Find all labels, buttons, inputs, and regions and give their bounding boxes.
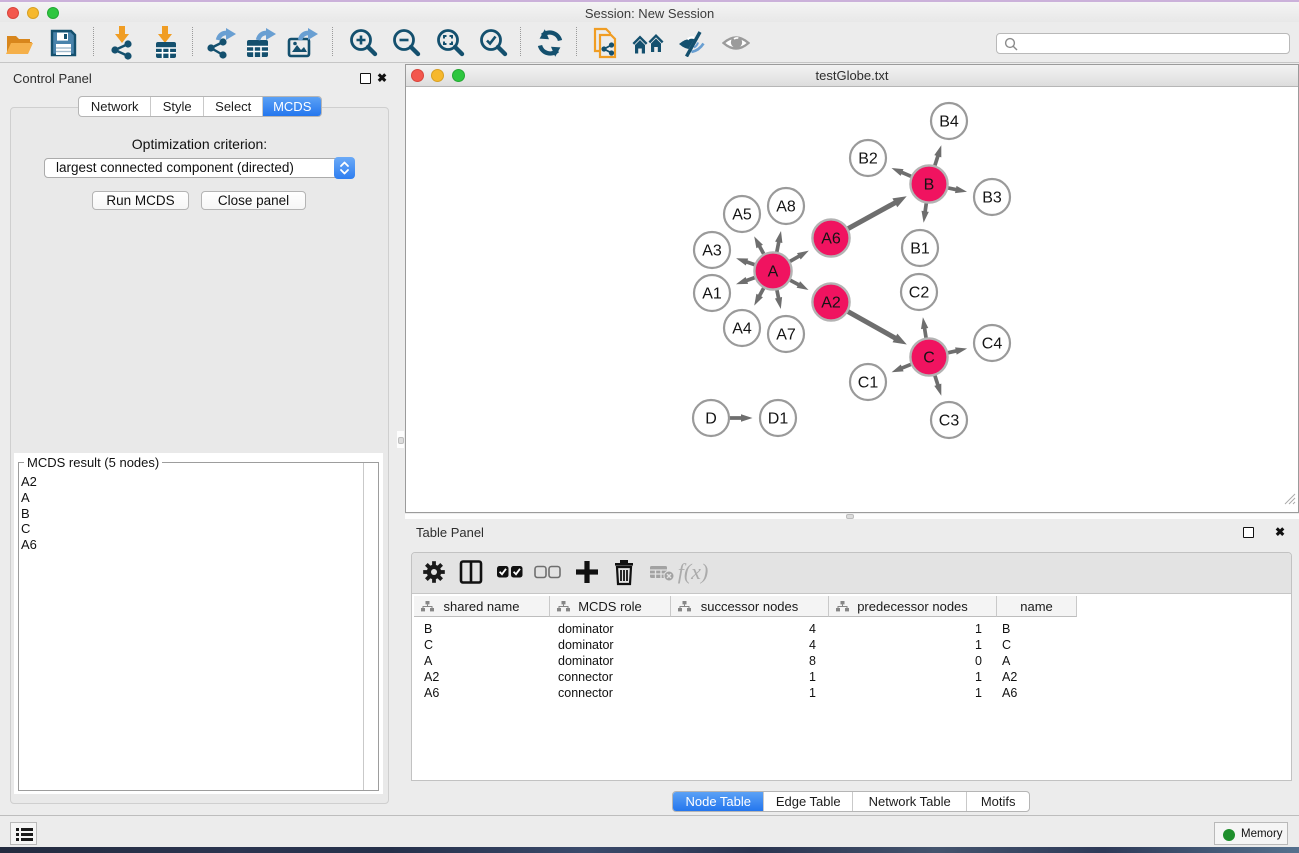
svg-text:B3: B3 — [982, 190, 1002, 207]
svg-text:A5: A5 — [732, 207, 752, 224]
svg-text:B1: B1 — [910, 241, 930, 258]
svg-text:A6: A6 — [821, 231, 841, 248]
svg-text:A4: A4 — [732, 321, 752, 338]
svg-text:C1: C1 — [858, 375, 879, 392]
svg-text:A2: A2 — [821, 295, 841, 312]
svg-text:C2: C2 — [909, 285, 930, 302]
svg-text:C4: C4 — [982, 336, 1003, 353]
svg-text:B4: B4 — [939, 114, 959, 131]
svg-text:D: D — [705, 411, 717, 428]
svg-text:B2: B2 — [858, 151, 878, 168]
svg-text:A7: A7 — [776, 327, 796, 344]
svg-text:A1: A1 — [702, 286, 722, 303]
svg-text:C3: C3 — [939, 413, 960, 430]
svg-text:D1: D1 — [768, 411, 789, 428]
svg-text:A3: A3 — [702, 243, 722, 260]
svg-text:A: A — [768, 264, 779, 281]
svg-text:C: C — [923, 350, 935, 367]
svg-text:B: B — [924, 177, 935, 194]
svg-text:f(x): f(x) — [678, 559, 708, 584]
svg-text:A8: A8 — [776, 199, 796, 216]
